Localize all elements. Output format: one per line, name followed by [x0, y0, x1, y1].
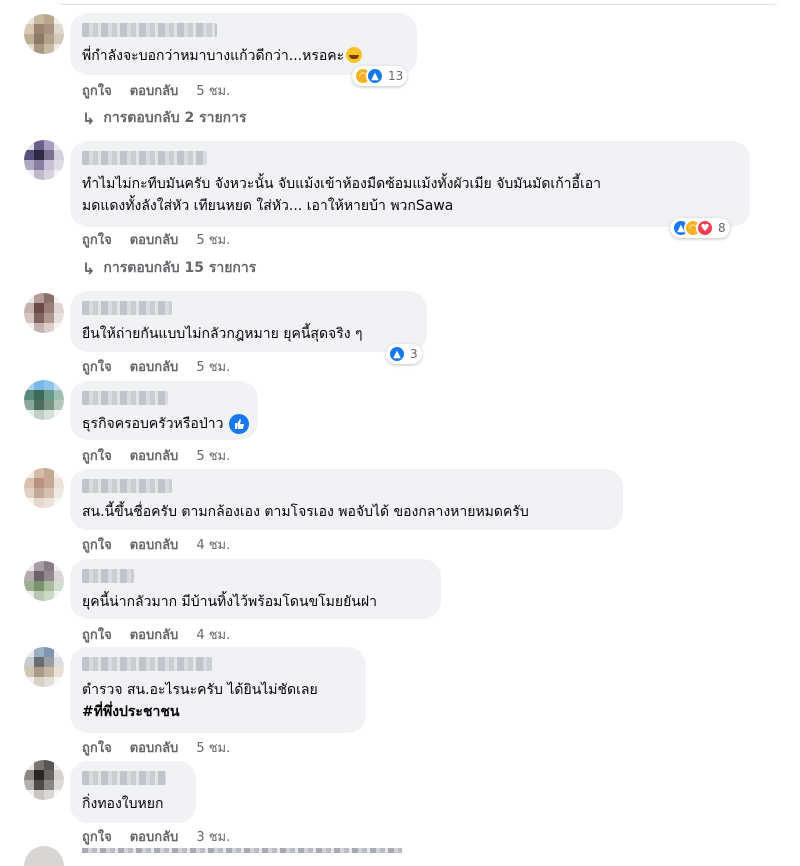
like-button[interactable]: ถูกใจ	[82, 624, 112, 645]
reply-button[interactable]: ตอบกลับ	[130, 534, 179, 555]
avatar[interactable]	[24, 380, 64, 420]
timestamp[interactable]: 5 ชม.	[196, 80, 230, 101]
comment-bubble: สน.นี้ขึ้นชื่อครับ ตามกล้องเอง ตามโจรเอง…	[70, 469, 623, 530]
timestamp[interactable]: 3 ชม.	[196, 826, 230, 847]
avatar[interactable]	[24, 140, 64, 180]
like-button[interactable]: ถูกใจ	[82, 737, 112, 758]
reply-button[interactable]: ตอบกลับ	[130, 229, 179, 250]
reaction-count: 8	[718, 221, 726, 235]
comment-bubble: ยืนให้ถ่ายกันแบบไม่กลัวกฎหมาย ยุคนี้สุดจ…	[70, 291, 427, 352]
timestamp[interactable]: 4 ชม.	[196, 534, 230, 555]
like-reaction-icon: ▲	[366, 67, 384, 85]
like-button[interactable]: ถูกใจ	[82, 445, 112, 466]
reaction-count: 13	[388, 69, 404, 83]
timestamp[interactable]: 5 ชม.	[196, 229, 230, 250]
replies-label: การตอบกลับ 2 รายการ	[103, 110, 247, 126]
commenter-name-blurred[interactable]	[82, 771, 166, 785]
comment-text-line: ตำรวจ สน.อะไรนะครับ ได้ยินไม่ชัดเลย	[82, 682, 318, 698]
timestamp[interactable]: 5 ชม.	[196, 356, 230, 377]
comment-bubble: ยุคนี้น่ากลัวมาก มีบ้านทิ้งไว้พร้อมโดนขโ…	[70, 559, 441, 619]
commenter-name-blurred[interactable]	[82, 301, 172, 315]
reply-button[interactable]: ตอบกลับ	[130, 80, 179, 101]
comment-bubble: ธุรกิจครอบครัวหรือป่าว	[70, 381, 258, 440]
comment-text: ยืนให้ถ่ายกันแบบไม่กลัวกฎหมาย ยุคนี้สุดจ…	[82, 326, 363, 342]
avatar[interactable]	[24, 561, 64, 601]
like-button[interactable]: ถูกใจ	[82, 80, 112, 101]
timestamp[interactable]: 4 ชม.	[196, 624, 230, 645]
commenter-name-blurred[interactable]	[82, 23, 217, 37]
comment-actions: ถูกใจ ตอบกลับ 3 ชม.	[82, 826, 230, 847]
avatar[interactable]	[24, 468, 64, 508]
laughing-emoji-icon	[346, 47, 363, 63]
comment-actions: ถูกใจ ตอบกลับ 5 ชม.	[82, 229, 230, 250]
comment-bubble: ทำไมไม่กะทืบมันครับ จังหวะนั้น จับแม้งเข…	[70, 141, 750, 227]
avatar[interactable]	[24, 760, 64, 800]
reaction-summary[interactable]: ▲ ◠ ♥ 8	[670, 218, 730, 238]
reaction-summary[interactable]: ▲ 3	[386, 344, 422, 364]
hashtag-link[interactable]: #ที่พึ่งประชาชน	[82, 701, 352, 723]
love-reaction-icon: ♥	[696, 219, 714, 237]
comment-text-line: ทำไมไม่กะทืบมันครับ จังหวะนั้น จับแม้งเข…	[82, 176, 602, 192]
reply-button[interactable]: ตอบกลับ	[130, 445, 179, 466]
commenter-name-blurred[interactable]	[82, 151, 207, 165]
reply-button[interactable]: ตอบกลับ	[130, 826, 179, 847]
timestamp[interactable]: 5 ชม.	[196, 737, 230, 758]
like-reaction-icon[interactable]	[229, 414, 250, 434]
reply-arrow-icon: ↳	[82, 258, 96, 278]
commenter-name-blurred[interactable]	[82, 569, 134, 583]
reply-button[interactable]: ตอบกลับ	[130, 737, 179, 758]
view-replies-link[interactable]: ↳ การตอบกลับ 15 รายการ	[82, 257, 256, 279]
reaction-count: 3	[410, 347, 418, 361]
next-commenter-name-blurred[interactable]	[82, 848, 402, 853]
like-button[interactable]: ถูกใจ	[82, 534, 112, 555]
like-reaction-icon: ▲	[388, 345, 406, 363]
comment-actions: ถูกใจ ตอบกลับ 4 ชม.	[82, 534, 230, 555]
comment-bubble: ตำรวจ สน.อะไรนะครับ ได้ยินไม่ชัดเลย #ที่…	[70, 647, 366, 733]
comment-text: กิ่งทองใบหยก	[82, 796, 164, 812]
timestamp[interactable]: 5 ชม.	[196, 445, 230, 466]
comment-actions: ถูกใจ ตอบกลับ 5 ชม.	[82, 80, 230, 101]
previous-comment-edge	[58, 0, 778, 5]
avatar[interactable]	[24, 293, 64, 333]
next-comment-avatar[interactable]	[24, 846, 64, 866]
comment-text: พี่กำลังจะบอกว่าหมาบางแก้วดีกว่า...หรอคะ	[82, 45, 403, 67]
commenter-name-blurred[interactable]	[82, 657, 212, 671]
comment-bubble: กิ่งทองใบหยก	[70, 761, 196, 823]
reply-button[interactable]: ตอบกลับ	[130, 356, 179, 377]
comment-actions: ถูกใจ ตอบกลับ 5 ชม.	[82, 356, 230, 377]
avatar[interactable]	[24, 647, 64, 687]
like-button[interactable]: ถูกใจ	[82, 229, 112, 250]
like-button[interactable]: ถูกใจ	[82, 356, 112, 377]
comment-text: ธุรกิจครอบครัวหรือป่าว	[82, 413, 250, 435]
commenter-name-blurred[interactable]	[82, 479, 172, 493]
avatar[interactable]	[24, 14, 64, 54]
comment-actions: ถูกใจ ตอบกลับ 5 ชม.	[82, 737, 230, 758]
comment-text: ยุคนี้น่ากลัวมาก มีบ้านทิ้งไว้พร้อมโดนขโ…	[82, 594, 377, 610]
view-replies-link[interactable]: ↳ การตอบกลับ 2 รายการ	[82, 107, 247, 129]
comment-actions: ถูกใจ ตอบกลับ 5 ชม.	[82, 445, 230, 466]
comment-text: สน.นี้ขึ้นชื่อครับ ตามกล้องเอง ตามโจรเอง…	[82, 504, 529, 520]
reply-arrow-icon: ↳	[82, 108, 96, 128]
reply-button[interactable]: ตอบกลับ	[130, 624, 179, 645]
like-button[interactable]: ถูกใจ	[82, 826, 112, 847]
comment-text-line: มดแดงทั้งลังใส่หัว เทียนหยด ใส่หัว... เอ…	[82, 198, 454, 214]
replies-label: การตอบกลับ 15 รายการ	[103, 260, 257, 276]
commenter-name-blurred[interactable]	[82, 391, 168, 405]
comment-actions: ถูกใจ ตอบกลับ 4 ชม.	[82, 624, 230, 645]
reaction-summary[interactable]: ◠ ▲ 13	[352, 66, 408, 86]
